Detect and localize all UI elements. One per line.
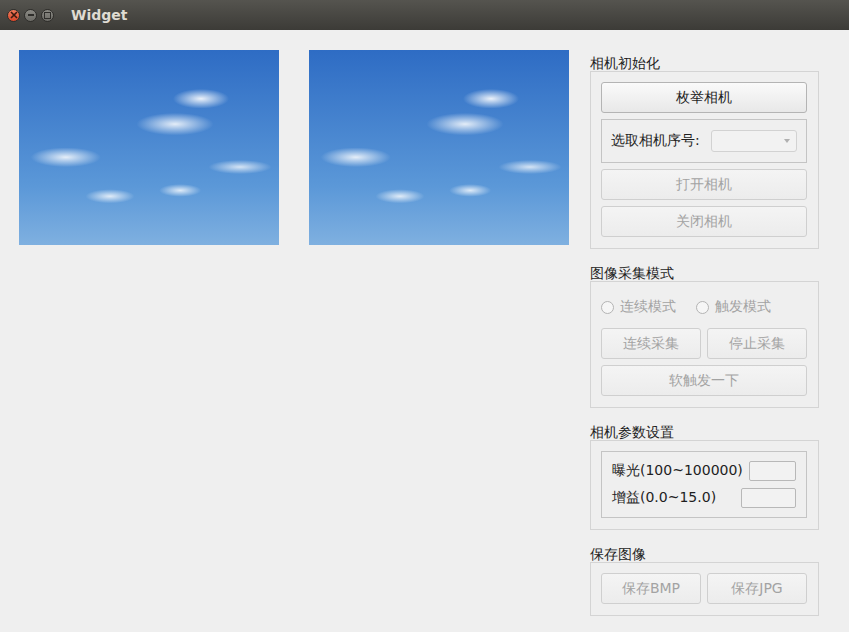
- enumerate-button[interactable]: 枚举相机: [601, 82, 807, 113]
- param-label: 增益(0.0~15.0): [612, 489, 716, 507]
- group-title: 相机初始化: [590, 55, 819, 71]
- capture-button[interactable]: 停止采集: [707, 328, 807, 359]
- capture-buttons: 连续采集停止采集: [601, 328, 807, 359]
- title-bar: Widget: [0, 0, 849, 30]
- save-image-group: 保存图像 保存BMP保存JPG: [590, 546, 819, 616]
- param-row: 增益(0.0~15.0): [612, 488, 796, 508]
- group-title: 图像采集模式: [590, 265, 819, 281]
- camera-init-group: 相机初始化 枚举相机 选取相机序号: 打开相机 关闭相机: [590, 55, 819, 249]
- minimize-icon[interactable]: [24, 9, 37, 22]
- mode-radio[interactable]: 连续模式: [601, 298, 676, 316]
- camera-params-group: 相机参数设置 曝光(100~100000) 增益(0.0~15.0): [590, 424, 819, 530]
- maximize-icon[interactable]: [41, 9, 54, 22]
- param-input[interactable]: [749, 461, 796, 481]
- close-icon[interactable]: [7, 9, 20, 22]
- radio-row: 连续模式 触发模式: [601, 292, 807, 322]
- close-camera-button[interactable]: 关闭相机: [601, 206, 807, 237]
- group-box: 保存BMP保存JPG: [590, 562, 819, 616]
- window: Widget 相机初始化 枚举相机 选取相机序号: 打开相机 关闭相机 图像采集…: [0, 0, 849, 632]
- param-label: 曝光(100~100000): [612, 462, 743, 480]
- open-camera-button[interactable]: 打开相机: [601, 169, 807, 200]
- image-views: [19, 50, 569, 616]
- radio-circle-icon: [696, 301, 709, 314]
- capture-button[interactable]: 连续采集: [601, 328, 701, 359]
- camera-selector-box: 选取相机序号:: [601, 119, 807, 163]
- radio-circle-icon: [601, 301, 614, 314]
- param-row: 曝光(100~100000): [612, 461, 796, 481]
- group-box: 曝光(100~100000) 增益(0.0~15.0): [590, 440, 819, 530]
- capture-mode-group: 图像采集模式 连续模式 触发模式 连续采集停止采集 软触发一下: [590, 265, 819, 408]
- control-panel: 相机初始化 枚举相机 选取相机序号: 打开相机 关闭相机 图像采集模式 连续模式…: [590, 50, 819, 616]
- soft-trigger-button[interactable]: 软触发一下: [601, 365, 807, 396]
- camera-index-combo[interactable]: [711, 130, 797, 152]
- content: 相机初始化 枚举相机 选取相机序号: 打开相机 关闭相机 图像采集模式 连续模式…: [0, 30, 849, 616]
- mode-radio[interactable]: 触发模式: [696, 298, 771, 316]
- dropdown-arrow-icon: [784, 139, 790, 143]
- group-box: 连续模式 触发模式 连续采集停止采集 软触发一下: [590, 281, 819, 408]
- save-button[interactable]: 保存BMP: [601, 573, 701, 604]
- group-title: 保存图像: [590, 546, 819, 562]
- window-title: Widget: [71, 7, 127, 23]
- selector-label: 选取相机序号:: [611, 132, 700, 150]
- save-buttons: 保存BMP保存JPG: [601, 573, 807, 604]
- right-image: [309, 50, 569, 245]
- group-box: 枚举相机 选取相机序号: 打开相机 关闭相机: [590, 71, 819, 249]
- group-title: 相机参数设置: [590, 424, 819, 440]
- save-button[interactable]: 保存JPG: [707, 573, 807, 604]
- params-box: 曝光(100~100000) 增益(0.0~15.0): [601, 451, 807, 518]
- left-image: [19, 50, 279, 245]
- param-input[interactable]: [741, 488, 796, 508]
